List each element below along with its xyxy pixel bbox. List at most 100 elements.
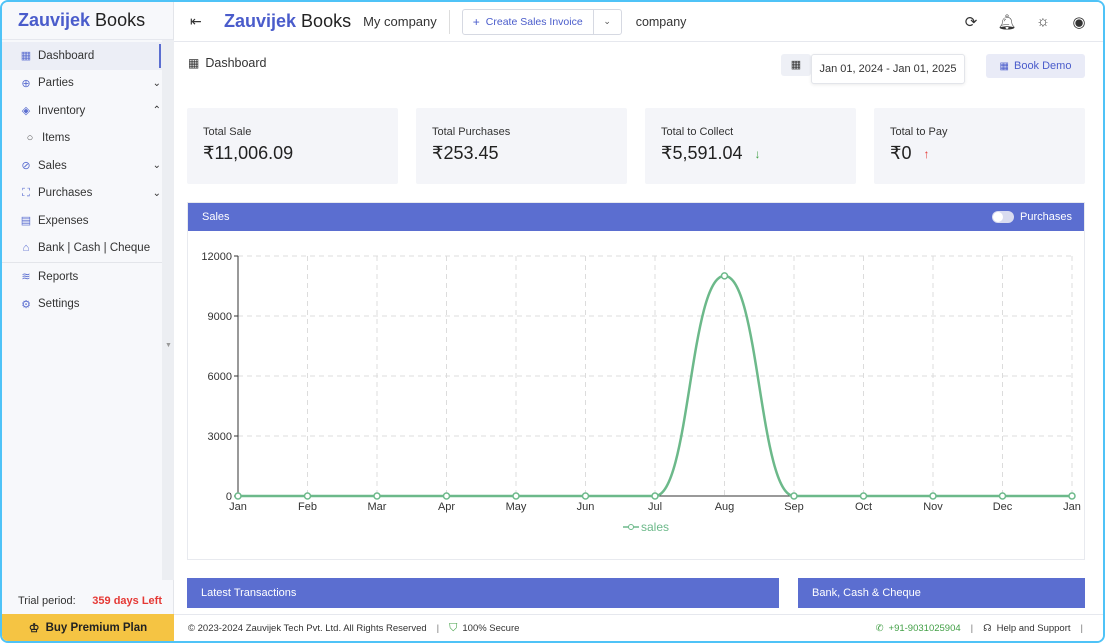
- chevron-icon[interactable]: ⌄: [153, 160, 161, 171]
- chevron-icon[interactable]: ⌄: [153, 188, 161, 199]
- data-point[interactable]: [581, 492, 590, 500]
- sidebar-item-label: Items: [42, 132, 71, 145]
- purchases-toggle-label: Purchases: [1020, 211, 1072, 223]
- x-tick-label: Aug: [715, 501, 735, 513]
- footer-divider: |: [436, 622, 440, 634]
- data-point[interactable]: [651, 492, 659, 500]
- x-tick-label: Nov: [923, 501, 943, 513]
- card-total-to-pay[interactable]: Total to Pay ₹0 ↑: [874, 108, 1085, 184]
- main-content: ▦ Dashboard ▦ Jan 01, 2024 - Jan 01, 2025…: [174, 42, 1103, 614]
- card-title: Total to Pay: [890, 126, 948, 138]
- data-point[interactable]: [790, 492, 798, 500]
- sidebar-item-bank-cash-cheque[interactable]: ⌂ Bank | Cash | Cheque: [2, 235, 173, 263]
- x-tick-label: Feb: [298, 501, 317, 513]
- chevron-icon[interactable]: ⌃: [153, 105, 161, 116]
- sidebar-item-expenses[interactable]: ▤ Expenses: [2, 207, 173, 235]
- data-point[interactable]: [442, 492, 451, 500]
- company-name: My company: [363, 14, 437, 29]
- chevron-icon[interactable]: ⌄: [153, 78, 161, 89]
- user-icon[interactable]: ◉: [1061, 13, 1097, 31]
- buy-premium-button[interactable]: ♔ Buy Premium Plan: [2, 614, 174, 641]
- globe-icon: ⊕: [21, 77, 31, 90]
- secure-label: 100% Secure: [462, 622, 520, 634]
- bell-icon[interactable]: 🔔︎: [989, 13, 1025, 31]
- data-point[interactable]: [929, 492, 937, 500]
- data-point[interactable]: [512, 492, 520, 500]
- sidebar-item-sales[interactable]: ⊘ Sales ⌄: [2, 152, 173, 180]
- sidebar-item-purchases[interactable]: ⛶ Purchases ⌄: [2, 180, 173, 208]
- sun-icon[interactable]: ☼: [1025, 13, 1061, 30]
- sidebar-item-settings[interactable]: ⚙ Settings: [2, 291, 173, 319]
- collapse-sidebar-icon[interactable]: ⇤: [190, 13, 210, 30]
- buy-premium-label: Buy Premium Plan: [45, 621, 148, 634]
- refresh-icon[interactable]: ⟳: [953, 13, 989, 31]
- help-support-label: Help and Support: [996, 622, 1071, 634]
- card-total-purchases[interactable]: Total Purchases ₹253.45: [416, 108, 627, 184]
- x-tick-label: Sep: [784, 501, 804, 513]
- date-range-picker[interactable]: Jan 01, 2024 - Jan 01, 2025: [811, 54, 965, 84]
- sidebar-item-items[interactable]: ○ Items: [2, 125, 173, 153]
- check-circle-icon: ⊘: [21, 160, 31, 173]
- phone-number: +91-9031025904: [888, 622, 961, 634]
- data-point[interactable]: [1068, 492, 1076, 500]
- sales-chart-panel: Sales Purchases 0 3000 6000 9000 12000 Jan Feb…: [187, 202, 1085, 560]
- card-value: ₹0: [890, 143, 912, 163]
- company-selector[interactable]: company: [636, 15, 687, 29]
- copyright-text: © 2023-2024 Zauvijek Tech Pvt. Ltd. All …: [188, 622, 427, 634]
- data-point[interactable]: [859, 492, 868, 500]
- data-point[interactable]: [720, 272, 729, 280]
- cube-icon: ◈: [21, 105, 31, 118]
- card-total-to-collect[interactable]: Total to Collect ₹5,591.04 ↓: [645, 108, 856, 184]
- trial-label: Trial period:: [18, 594, 76, 607]
- sidebar-item-label: Inventory: [38, 104, 86, 117]
- toggle-switch[interactable]: [992, 211, 1015, 223]
- secure-badge: ⛉ 100% Secure: [449, 622, 519, 635]
- data-point[interactable]: [373, 492, 381, 500]
- card-total-sale[interactable]: Total Sale ₹11,006.09: [187, 108, 398, 184]
- footer-right: ✆ +91-9031025904 | ☊ Help and Support |: [876, 623, 1093, 634]
- legend-label[interactable]: sales: [641, 520, 669, 534]
- sidebar-brand[interactable]: Zauvijek Books: [2, 2, 173, 40]
- help-support-link[interactable]: ☊ Help and Support: [983, 623, 1070, 634]
- sidebar-item-dashboard[interactable]: ▦ Dashboard: [2, 42, 173, 70]
- x-tick-label: May: [506, 501, 527, 513]
- purchases-toggle[interactable]: Purchases: [992, 211, 1072, 223]
- create-sales-invoice-group: + Create Sales Invoice ⌄: [461, 8, 622, 35]
- arrow-down-icon: ↓: [754, 146, 761, 161]
- sidebar-item-label: Reports: [38, 270, 79, 283]
- y-tick-label: 6000: [208, 371, 232, 383]
- sidebar-item-inventory[interactable]: ◈ Inventory ⌃: [2, 97, 173, 125]
- x-tick-label: Jul: [648, 501, 662, 513]
- sidebar-item-label: Settings: [38, 298, 80, 311]
- gear-icon: ⚙: [21, 298, 31, 311]
- data-point[interactable]: [998, 492, 1007, 500]
- sidebar-scrollbar[interactable]: ▼: [162, 40, 174, 580]
- data-point[interactable]: [234, 492, 242, 500]
- sales-chart-svg: 030006000900012000Jan Feb Mar Apr May Jun Jul A…: [201, 251, 1080, 534]
- footer-divider: |: [970, 622, 974, 634]
- create-sales-invoice-label: Create Sales Invoice: [485, 15, 583, 28]
- layers-icon: ≋: [21, 271, 31, 284]
- breadcrumb: ▦ Dashboard: [188, 56, 267, 70]
- whatsapp-icon: ✆: [875, 622, 884, 634]
- legend-marker-point: [628, 524, 634, 530]
- card-title: Total to Collect: [661, 126, 734, 138]
- card-value-row: ₹253.45: [432, 143, 627, 164]
- grid-icon: ▦: [188, 56, 200, 70]
- grid-icon: ▦: [20, 50, 32, 63]
- book-demo-button[interactable]: ▦ Book Demo: [986, 54, 1085, 78]
- data-point[interactable]: [303, 492, 312, 500]
- phone-link[interactable]: ✆ +91-9031025904: [876, 623, 961, 634]
- trial-status: Trial period: 359 days Left: [2, 588, 174, 613]
- sidebar-item-reports[interactable]: ≋ Reports: [2, 263, 173, 291]
- cart-icon: ⛶: [22, 186, 30, 199]
- card-value: ₹11,006.09: [203, 143, 294, 163]
- y-tick-label: 9000: [208, 311, 232, 323]
- create-sales-invoice-button[interactable]: + Create Sales Invoice: [463, 10, 593, 34]
- scroll-down-icon[interactable]: ▼: [165, 342, 172, 349]
- topbar-brand[interactable]: Zauvijek Books: [224, 11, 351, 32]
- create-dropdown-chevron-icon[interactable]: ⌄: [592, 9, 621, 34]
- calendar-icon[interactable]: ▦: [781, 54, 811, 76]
- x-tick-label: Mar: [368, 501, 387, 513]
- sidebar-item-parties[interactable]: ⊕ Parties ⌄: [2, 70, 173, 98]
